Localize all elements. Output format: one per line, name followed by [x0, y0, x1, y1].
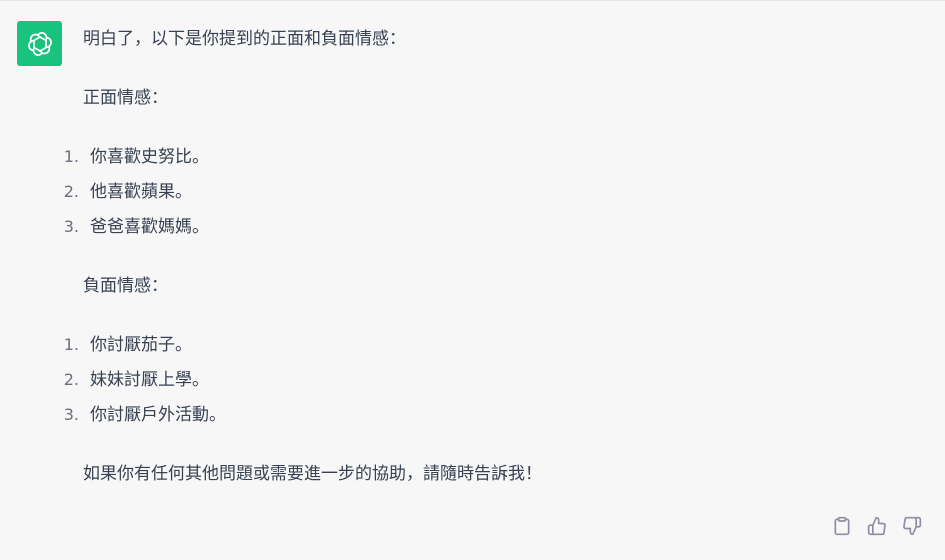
like-button[interactable] — [866, 515, 888, 537]
assistant-message: 明白了，以下是你提到的正面和負面情感： 正面情感： 1. 你喜歡史努比。 2. … — [64, 27, 913, 486]
message-intro: 明白了，以下是你提到的正面和負面情感： — [83, 29, 406, 49]
list-item: 2. 妹妹討厭上學。 — [61, 368, 913, 403]
list-item: 3. 你討厭戶外活動。 — [61, 403, 913, 427]
list-number: 2. — [63, 182, 79, 201]
message-closing: 如果你有任何其他問題或需要進一步的協助，請隨時告訴我！ — [83, 464, 542, 484]
list-number: 3. — [63, 217, 79, 236]
dislike-button[interactable] — [901, 515, 923, 537]
chat-message-container: 明白了，以下是你提到的正面和負面情感： 正面情感： 1. 你喜歡史努比。 2. … — [0, 0, 945, 560]
negative-heading: 負面情感： — [83, 276, 168, 296]
message-actions — [831, 515, 923, 537]
list-item: 1. 你討厭茄子。 — [61, 333, 913, 368]
list-number: 1. — [63, 147, 79, 166]
thumbs-down-icon — [903, 516, 922, 536]
list-number: 1. — [63, 335, 79, 354]
thumbs-up-icon — [867, 516, 886, 536]
list-item: 2. 他喜歡蘋果。 — [61, 180, 913, 215]
list-item-text: 你喜歡史努比。 — [90, 147, 209, 167]
list-item-text: 爸爸喜歡媽媽。 — [90, 217, 209, 237]
list-item: 3. 爸爸喜歡媽媽。 — [61, 215, 913, 239]
copy-button[interactable] — [831, 515, 853, 537]
list-item-text: 你討厭茄子。 — [90, 335, 192, 355]
list-item-text: 他喜歡蘋果。 — [90, 182, 192, 202]
list-item-text: 你討厭戶外活動。 — [90, 405, 226, 425]
list-number: 3. — [63, 405, 79, 424]
openai-logo-icon — [27, 31, 52, 56]
clipboard-icon — [834, 516, 850, 536]
positive-heading: 正面情感： — [83, 88, 168, 108]
positive-list: 1. 你喜歡史努比。 2. 他喜歡蘋果。 3. 爸爸喜歡媽媽。 — [61, 145, 913, 239]
negative-list: 1. 你討厭茄子。 2. 妹妹討厭上學。 3. 你討厭戶外活動。 — [61, 333, 913, 427]
list-item-text: 妹妹討厭上學。 — [90, 370, 209, 390]
list-item: 1. 你喜歡史努比。 — [61, 145, 913, 180]
list-number: 2. — [63, 370, 79, 389]
assistant-avatar — [17, 21, 62, 66]
